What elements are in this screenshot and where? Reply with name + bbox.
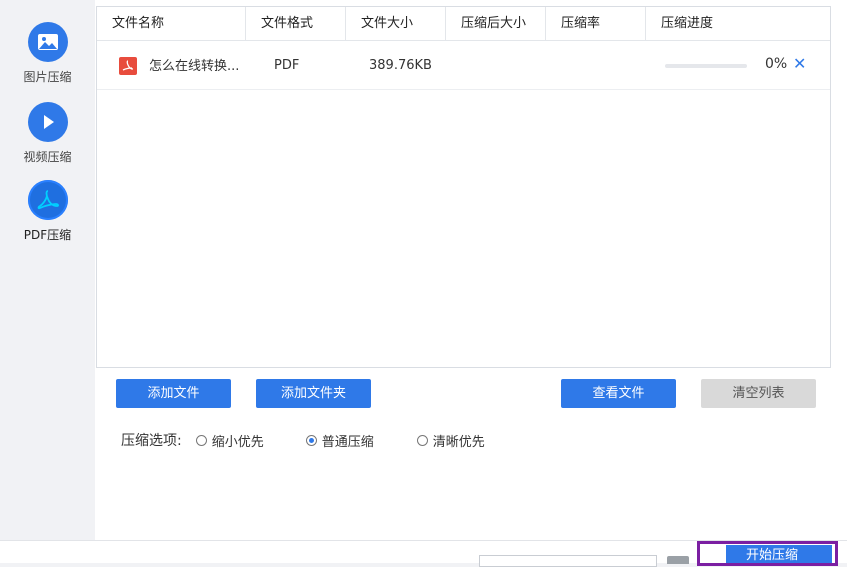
radio-button[interactable] bbox=[195, 434, 207, 446]
option-label: 清晰优先 bbox=[432, 434, 485, 450]
file-name: 怎么在线转换... bbox=[149, 58, 240, 74]
nav-label: 视频压缩 bbox=[23, 150, 72, 164]
column-header: 文件格式 bbox=[246, 7, 346, 40]
option-clarity[interactable]: 清晰优先 bbox=[416, 431, 485, 450]
column-header: 压缩率 bbox=[546, 7, 646, 40]
option-label: 缩小优先 bbox=[211, 434, 264, 450]
add-folder-button[interactable]: 添加文件夹 bbox=[256, 379, 371, 408]
start-compress-label: 开始压缩 bbox=[726, 545, 832, 563]
clear-list-button[interactable]: 清空列表 bbox=[701, 379, 816, 408]
nav-video-compress[interactable]: 视频压缩 bbox=[0, 102, 95, 165]
remove-icon[interactable]: ✕ bbox=[793, 54, 806, 73]
option-smaller[interactable]: 缩小优先 bbox=[195, 431, 264, 450]
column-header: 文件大小 bbox=[346, 7, 446, 40]
play-icon bbox=[27, 102, 68, 142]
nav-label: PDF压缩 bbox=[23, 228, 72, 242]
table-header: 文件名称 文件格式 文件大小 压缩后大小 压缩率 压缩进度 bbox=[97, 7, 830, 41]
option-label: 普通压缩 bbox=[321, 434, 374, 450]
progress-percent: 0% bbox=[765, 56, 788, 72]
table-row[interactable]: 怎么在线转换... PDF 389.76KB 0% ✕ bbox=[97, 41, 830, 90]
option-normal[interactable]: 普通压缩 bbox=[305, 431, 374, 450]
start-compress-button[interactable]: 开始压缩 bbox=[697, 541, 838, 566]
view-files-button[interactable]: 查看文件 bbox=[561, 379, 676, 408]
folder-icon[interactable] bbox=[667, 556, 689, 564]
file-format: PDF bbox=[274, 57, 300, 73]
pdf-icon bbox=[27, 180, 68, 220]
nav-label: 图片压缩 bbox=[23, 70, 72, 84]
file-table: 文件名称 文件格式 文件大小 压缩后大小 压缩率 压缩进度 怎么在线转换... … bbox=[96, 6, 831, 368]
nav-image-compress[interactable]: 图片压缩 bbox=[0, 22, 95, 85]
file-name-cell: 怎么在线转换... bbox=[97, 55, 252, 76]
progress-bar bbox=[665, 64, 747, 68]
add-file-button[interactable]: 添加文件 bbox=[116, 379, 231, 408]
column-header: 压缩进度 bbox=[661, 16, 714, 31]
column-header: 文件名称 bbox=[97, 7, 246, 40]
image-icon bbox=[27, 22, 68, 62]
radio-button[interactable] bbox=[416, 434, 428, 446]
output-path-field[interactable] bbox=[479, 555, 657, 567]
main-panel: 文件名称 文件格式 文件大小 压缩后大小 压缩率 压缩进度 怎么在线转换... … bbox=[95, 0, 847, 540]
options-label: 压缩选项: bbox=[121, 433, 182, 449]
file-size: 389.76KB bbox=[369, 57, 432, 73]
compression-options: 压缩选项: 缩小优先 普通压缩 清晰优先 bbox=[121, 430, 485, 450]
sidebar: 图片压缩 视频压缩 PDF压缩 bbox=[0, 0, 95, 540]
column-header: 压缩后大小 bbox=[446, 7, 546, 40]
nav-pdf-compress[interactable]: PDF压缩 bbox=[0, 180, 95, 243]
pdf-file-icon bbox=[119, 57, 137, 76]
radio-button-selected[interactable] bbox=[305, 434, 317, 446]
